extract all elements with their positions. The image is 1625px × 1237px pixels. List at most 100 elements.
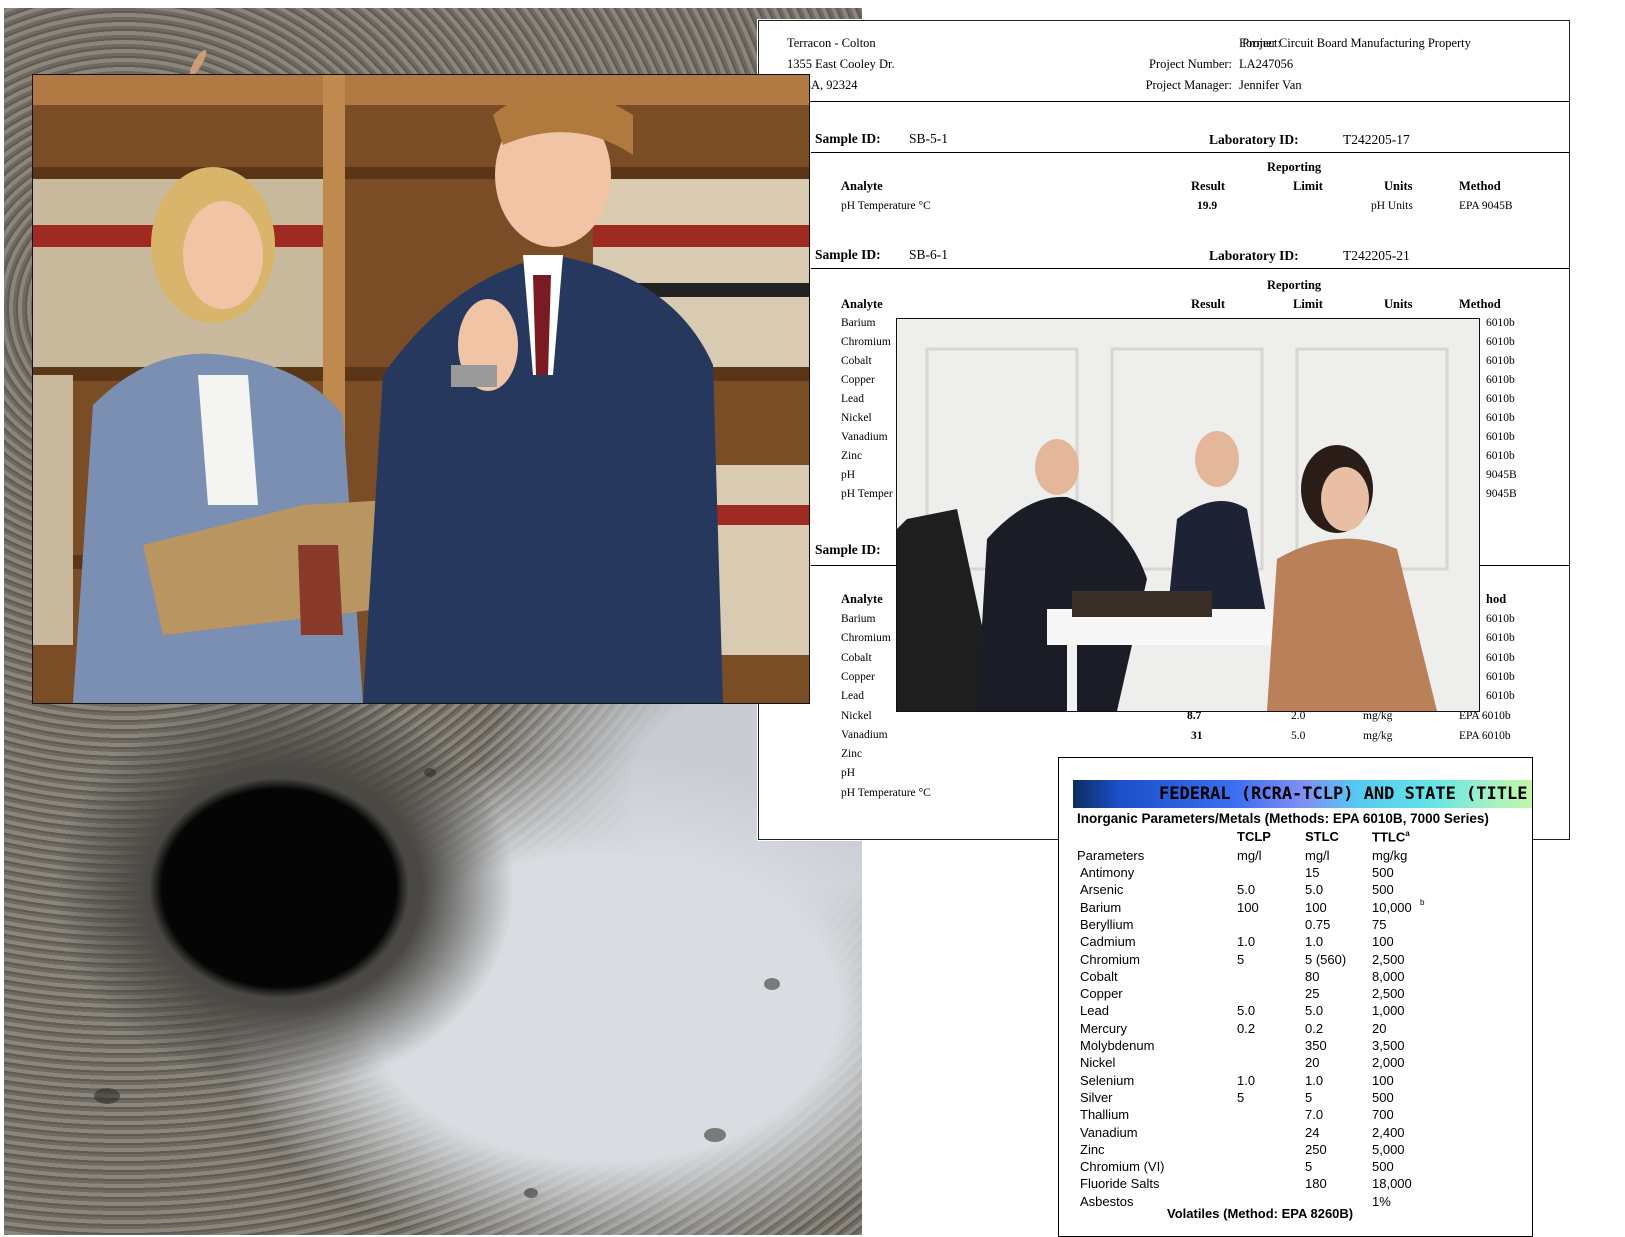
ttlc-cell: 500 bbox=[1372, 1159, 1394, 1175]
lab-id-value: T242205-17 bbox=[1343, 132, 1410, 147]
stlc-cell: 1.0 bbox=[1305, 934, 1324, 950]
parameter-cell: Selenium bbox=[1080, 1072, 1135, 1088]
parameter-cell: Chromium (VI) bbox=[1080, 1159, 1165, 1175]
method-cell: 6010b bbox=[1486, 450, 1515, 462]
method-cell: 6010b bbox=[1486, 632, 1515, 645]
ttlc-cell: 500 bbox=[1372, 882, 1394, 898]
stlc-cell: 1.0 bbox=[1305, 1072, 1324, 1088]
method-cell: 9045B bbox=[1486, 488, 1517, 500]
table-subtitle: Inorganic Parameters/Metals (Methods: EP… bbox=[1077, 811, 1489, 826]
sample-id-value: SB-6-1 bbox=[909, 247, 949, 262]
analyte-cell: Cobalt bbox=[841, 651, 872, 664]
parameter-cell: Nickel bbox=[1080, 1055, 1116, 1071]
ttlc-cell: 18,000 bbox=[1372, 1176, 1412, 1192]
analyte-cell: Barium bbox=[841, 613, 876, 625]
result-cell: 19.9 bbox=[1197, 200, 1218, 212]
ttlc-cell: 1% bbox=[1372, 1193, 1391, 1209]
col-limit: Limit bbox=[1293, 179, 1323, 193]
analyte-cell: Vanadium bbox=[841, 728, 888, 741]
lab-id-value: T242205-21 bbox=[1343, 248, 1410, 263]
lawyers-library-photo bbox=[32, 74, 810, 704]
lab-id-label: Laboratory ID: bbox=[1209, 248, 1299, 263]
regulatory-limits-table: FEDERAL (RCRA-TCLP) AND STATE (TITLE 22 … bbox=[1058, 757, 1533, 1237]
analyte-cell: Lead bbox=[841, 393, 864, 405]
parameter-cell: Chromium bbox=[1080, 951, 1140, 967]
ttlc-cell: 8,000 bbox=[1372, 968, 1405, 984]
stlc-cell: 24 bbox=[1305, 1124, 1320, 1140]
divider bbox=[811, 152, 1569, 153]
tclp-cell: 5.0 bbox=[1237, 882, 1256, 898]
col-analyte: Analyte bbox=[841, 179, 883, 193]
method-cell: 6010b bbox=[1486, 651, 1515, 664]
analyte-cell: Chromium bbox=[841, 632, 891, 645]
table-footer: Volatiles (Method: EPA 8260B) bbox=[1167, 1206, 1354, 1221]
divider bbox=[811, 268, 1569, 269]
col-method: Method bbox=[1459, 179, 1501, 193]
method-cell: 6010b bbox=[1486, 374, 1515, 386]
tclp-cell: 100 bbox=[1237, 899, 1259, 915]
analyte-cell: pH Temperature °C bbox=[841, 786, 931, 799]
stlc-cell: 25 bbox=[1305, 986, 1320, 1002]
stlc-cell: 5.0 bbox=[1305, 1003, 1324, 1019]
analyte-cell: Lead bbox=[841, 690, 864, 703]
analyte-cell: Nickel bbox=[841, 709, 872, 722]
method-cell: EPA 9045B bbox=[1459, 200, 1513, 212]
stlc-cell: 80 bbox=[1305, 968, 1320, 984]
parameter-cell: Copper bbox=[1080, 986, 1123, 1002]
col-ttlc-label: TTLC bbox=[1372, 829, 1406, 845]
col-method: Method bbox=[1459, 297, 1501, 311]
ttlc-cell: 700 bbox=[1372, 1107, 1394, 1123]
method-cell: 6010b bbox=[1486, 393, 1515, 405]
row-header-ttlc: mg/kg bbox=[1372, 848, 1408, 863]
vanadium-units: mg/kg bbox=[1363, 730, 1393, 742]
tclp-cell: 5 bbox=[1237, 951, 1245, 967]
parameter-cell: Molybdenum bbox=[1080, 1038, 1155, 1053]
col-ttlc: TTLCa bbox=[1372, 829, 1410, 844]
stlc-cell: 5 (560) bbox=[1305, 951, 1347, 967]
ttlc-cell: 100 bbox=[1372, 1072, 1394, 1088]
tclp-cell: 0.2 bbox=[1237, 1020, 1256, 1036]
col-reporting: Reporting bbox=[1267, 278, 1322, 292]
ttlc-cell: 3,500 bbox=[1372, 1038, 1405, 1053]
vanadium-result: 31 bbox=[1191, 730, 1203, 742]
client-address: 1355 East Cooley Dr. bbox=[787, 57, 895, 71]
analyte-cell: Zinc bbox=[841, 450, 863, 462]
col-analyte: Analyte bbox=[841, 297, 883, 311]
sample-id-label: Sample ID: bbox=[815, 247, 881, 262]
lawyers-library-illustration bbox=[33, 75, 809, 703]
col-analyte: Analyte bbox=[841, 592, 883, 606]
analyte-cell: pH Temper bbox=[841, 488, 893, 500]
ttlc-cell: 100 bbox=[1372, 934, 1394, 950]
parameter-cell: Beryllium bbox=[1080, 916, 1134, 932]
analyte-cell: Nickel bbox=[841, 412, 872, 424]
project-number-label: Project Number: bbox=[1149, 57, 1232, 71]
project-manager-value: Jennifer Van bbox=[1239, 78, 1302, 92]
analyte-cell: Barium bbox=[841, 317, 876, 329]
ttlc-cell: 2,400 bbox=[1372, 1124, 1405, 1140]
ttlc-cell: 2,000 bbox=[1372, 1055, 1405, 1071]
col-units: Units bbox=[1384, 297, 1413, 311]
ttlc-cell: 2,500 bbox=[1372, 986, 1405, 1002]
ttlc-cell: 75 bbox=[1372, 916, 1387, 932]
stlc-cell: 0.75 bbox=[1305, 916, 1331, 932]
stlc-cell: 20 bbox=[1305, 1055, 1320, 1071]
analyte-cell: Zinc bbox=[841, 748, 863, 761]
method-cell: 6010b bbox=[1486, 670, 1515, 683]
parameter-cell: Thallium bbox=[1080, 1107, 1130, 1123]
stlc-cell: 15 bbox=[1305, 865, 1320, 880]
col-units: Units bbox=[1384, 179, 1413, 193]
parameter-cell: Cadmium bbox=[1080, 934, 1136, 950]
lab-id-label: Laboratory ID: bbox=[1209, 132, 1299, 147]
project-number-value: LA247056 bbox=[1239, 57, 1294, 71]
ttlc-cell: 500 bbox=[1372, 1089, 1394, 1105]
parameter-cell: Cobalt bbox=[1080, 968, 1118, 984]
col-limit: Limit bbox=[1293, 297, 1323, 311]
col-method-partial: hod bbox=[1486, 592, 1507, 606]
sample-id-value: SB-5-1 bbox=[909, 131, 949, 146]
parameter-cell: Mercury bbox=[1080, 1020, 1127, 1036]
ttlc-cell: 10,000 bbox=[1372, 899, 1412, 915]
col-result: Result bbox=[1191, 297, 1226, 311]
stlc-cell: 180 bbox=[1305, 1176, 1327, 1192]
method-cell: 6010b bbox=[1486, 412, 1515, 424]
analyte-cell: Copper bbox=[841, 374, 875, 386]
